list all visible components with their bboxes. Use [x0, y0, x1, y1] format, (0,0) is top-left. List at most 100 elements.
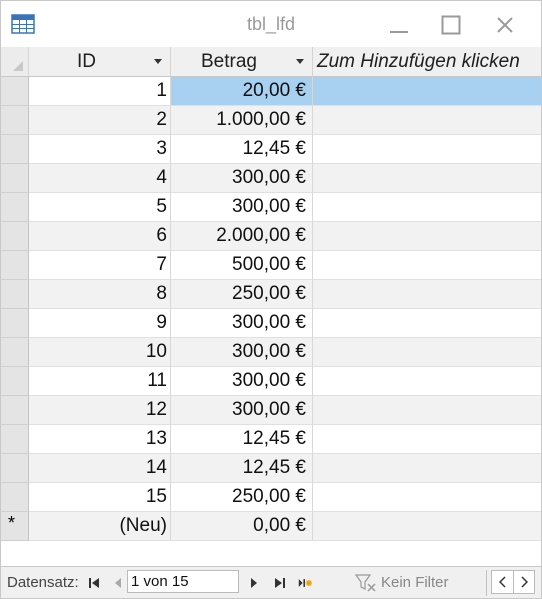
- table-row[interactable]: 7 500,00 €: [1, 251, 541, 280]
- maximize-button[interactable]: [431, 9, 471, 41]
- cell-id[interactable]: 4: [29, 164, 171, 193]
- row-selector[interactable]: [1, 367, 29, 396]
- cell-add-field[interactable]: [313, 135, 541, 164]
- table-row[interactable]: 14 12,45 €: [1, 454, 541, 483]
- new-record-row[interactable]: * (Neu) 0,00 €: [1, 512, 541, 541]
- cell-betrag[interactable]: 2.000,00 €: [171, 222, 313, 251]
- cell-add-field[interactable]: [313, 280, 541, 309]
- cell-id[interactable]: 5: [29, 193, 171, 222]
- row-selector[interactable]: [1, 309, 29, 338]
- row-selector[interactable]: [1, 251, 29, 280]
- table-row[interactable]: 2 1.000,00 €: [1, 106, 541, 135]
- table-row[interactable]: 1 20,00 €: [1, 77, 541, 106]
- cell-id[interactable]: 11: [29, 367, 171, 396]
- cell-add-field[interactable]: [313, 77, 541, 106]
- row-selector[interactable]: [1, 77, 29, 106]
- dropdown-arrow-icon[interactable]: [154, 59, 162, 64]
- cell-id[interactable]: 12: [29, 396, 171, 425]
- cell-add-field[interactable]: [313, 425, 541, 454]
- cell-betrag[interactable]: 300,00 €: [171, 367, 313, 396]
- row-selector[interactable]: [1, 338, 29, 367]
- minimize-button[interactable]: [379, 9, 419, 41]
- row-selector[interactable]: [1, 280, 29, 309]
- cell-add-field[interactable]: [313, 222, 541, 251]
- cell-add-field[interactable]: [313, 483, 541, 512]
- row-selector[interactable]: [1, 222, 29, 251]
- cell-betrag[interactable]: 300,00 €: [171, 193, 313, 222]
- cell-add-field[interactable]: [313, 338, 541, 367]
- close-button[interactable]: [485, 9, 525, 41]
- first-record-button[interactable]: [87, 575, 101, 591]
- cell-add-field[interactable]: [313, 512, 541, 541]
- cell-id[interactable]: 13: [29, 425, 171, 454]
- next-record-button[interactable]: [247, 575, 261, 591]
- row-selector[interactable]: *: [1, 512, 29, 541]
- cell-add-field[interactable]: [313, 251, 541, 280]
- select-all-corner[interactable]: [1, 47, 29, 77]
- cell-betrag[interactable]: 12,45 €: [171, 135, 313, 164]
- cell-add-field[interactable]: [313, 454, 541, 483]
- horizontal-scrollbar[interactable]: [491, 570, 535, 594]
- cell-betrag[interactable]: 1.000,00 €: [171, 106, 313, 135]
- cell-betrag[interactable]: 250,00 €: [171, 483, 313, 512]
- cell-id[interactable]: 9: [29, 309, 171, 338]
- title-bar[interactable]: tbl_lfd: [1, 1, 541, 47]
- cell-id[interactable]: 2: [29, 106, 171, 135]
- current-record-field[interactable]: [127, 570, 239, 593]
- cell-id[interactable]: (Neu): [29, 512, 171, 541]
- dropdown-arrow-icon[interactable]: [296, 59, 304, 64]
- cell-id[interactable]: 3: [29, 135, 171, 164]
- cell-betrag[interactable]: 12,45 €: [171, 454, 313, 483]
- cell-betrag[interactable]: 0,00 €: [171, 512, 313, 541]
- table-row[interactable]: 12 300,00 €: [1, 396, 541, 425]
- last-record-button[interactable]: [273, 575, 287, 591]
- cell-add-field[interactable]: [313, 106, 541, 135]
- cell-id[interactable]: 14: [29, 454, 171, 483]
- row-selector[interactable]: [1, 425, 29, 454]
- cell-betrag[interactable]: 300,00 €: [171, 396, 313, 425]
- previous-record-button[interactable]: [111, 575, 125, 591]
- column-header-betrag[interactable]: Betrag: [171, 47, 313, 77]
- row-selector[interactable]: [1, 483, 29, 512]
- column-header-id[interactable]: ID: [29, 47, 171, 77]
- row-selector[interactable]: [1, 106, 29, 135]
- table-row[interactable]: 8 250,00 €: [1, 280, 541, 309]
- row-selector[interactable]: [1, 135, 29, 164]
- table-row[interactable]: 5 300,00 €: [1, 193, 541, 222]
- scroll-left-button[interactable]: [492, 571, 513, 593]
- cell-betrag[interactable]: 250,00 €: [171, 280, 313, 309]
- table-row[interactable]: 3 12,45 €: [1, 135, 541, 164]
- cell-betrag[interactable]: 500,00 €: [171, 251, 313, 280]
- table-row[interactable]: 4 300,00 €: [1, 164, 541, 193]
- column-header-add-field[interactable]: Zum Hinzufügen klicken: [313, 47, 541, 77]
- cell-id[interactable]: 15: [29, 483, 171, 512]
- table-row[interactable]: 15 250,00 €: [1, 483, 541, 512]
- filter-toggle-button[interactable]: Kein Filter: [355, 571, 449, 594]
- cell-id[interactable]: 7: [29, 251, 171, 280]
- cell-betrag[interactable]: 300,00 €: [171, 338, 313, 367]
- scroll-right-button[interactable]: [513, 571, 534, 593]
- table-row[interactable]: 11 300,00 €: [1, 367, 541, 396]
- row-selector[interactable]: [1, 193, 29, 222]
- cell-add-field[interactable]: [313, 367, 541, 396]
- cell-id[interactable]: 8: [29, 280, 171, 309]
- table-row[interactable]: 9 300,00 €: [1, 309, 541, 338]
- cell-betrag[interactable]: 300,00 €: [171, 309, 313, 338]
- table-row[interactable]: 13 12,45 €: [1, 425, 541, 454]
- row-selector[interactable]: [1, 396, 29, 425]
- table-row[interactable]: 10 300,00 €: [1, 338, 541, 367]
- cell-add-field[interactable]: [313, 193, 541, 222]
- cell-betrag[interactable]: 12,45 €: [171, 425, 313, 454]
- cell-add-field[interactable]: [313, 309, 541, 338]
- cell-id[interactable]: 1: [29, 77, 171, 106]
- cell-betrag[interactable]: 20,00 €: [171, 77, 313, 106]
- row-selector[interactable]: [1, 454, 29, 483]
- cell-id[interactable]: 6: [29, 222, 171, 251]
- new-record-button[interactable]: [298, 575, 312, 591]
- row-selector[interactable]: [1, 164, 29, 193]
- table-row[interactable]: 6 2.000,00 €: [1, 222, 541, 251]
- cell-add-field[interactable]: [313, 164, 541, 193]
- cell-betrag[interactable]: 300,00 €: [171, 164, 313, 193]
- cell-add-field[interactable]: [313, 396, 541, 425]
- cell-id[interactable]: 10: [29, 338, 171, 367]
